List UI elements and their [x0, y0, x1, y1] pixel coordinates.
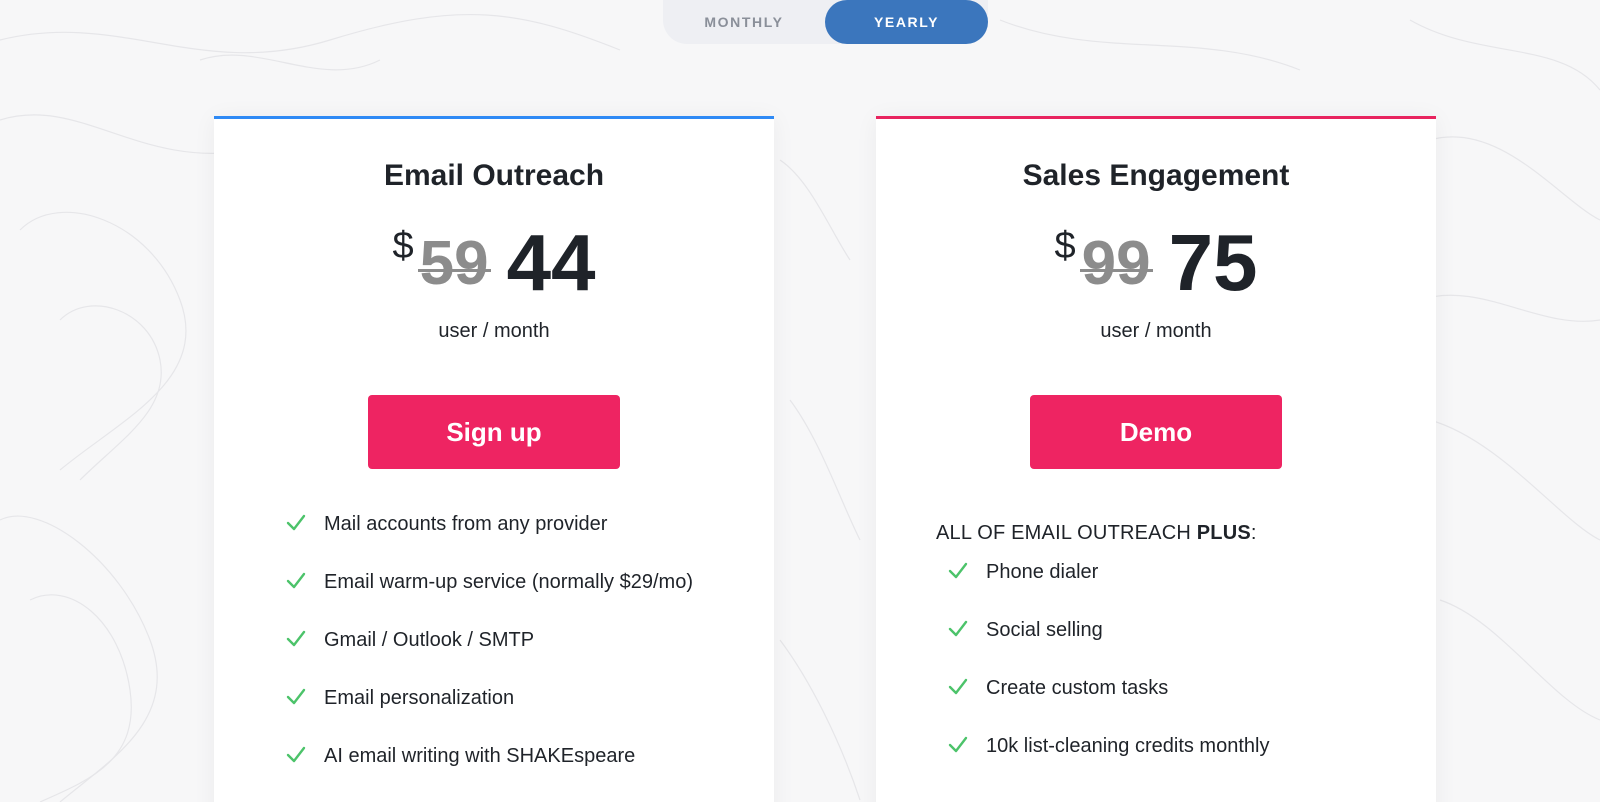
currency-symbol: $ — [1054, 225, 1076, 267]
price-row: $ 99 75 — [876, 223, 1436, 303]
check-icon — [948, 736, 968, 753]
intro-suffix: : — [1250, 522, 1257, 544]
feature-text: AI email writing with SHAKEspeare — [324, 745, 636, 767]
check-icon — [286, 514, 306, 531]
intro-bold: PLUS — [1196, 522, 1251, 544]
list-item: Mail accounts from any provider — [286, 511, 754, 569]
sign-up-button[interactable]: Sign up — [368, 395, 620, 469]
features-intro: ALL OF EMAIL OUTREACH PLUS: — [936, 522, 1257, 545]
check-icon — [948, 678, 968, 695]
check-icon — [948, 620, 968, 637]
feature-text: Social selling — [986, 619, 1103, 641]
feature-text: Gmail / Outlook / SMTP — [324, 629, 535, 651]
intro-prefix: ALL OF EMAIL OUTREACH — [936, 522, 1197, 544]
list-item: Social selling — [948, 617, 1416, 675]
feature-text: 10k list-cleaning credits monthly — [986, 735, 1270, 757]
old-price: 59 — [417, 229, 491, 298]
list-item: Email personalization — [286, 685, 754, 743]
list-item: Phone dialer — [948, 559, 1416, 617]
price-unit: user / month — [438, 320, 550, 342]
check-icon — [286, 630, 306, 647]
price-unit: user / month — [1100, 320, 1212, 342]
new-price: 75 — [1168, 218, 1258, 307]
feature-text: Phone dialer — [986, 561, 1099, 583]
check-icon — [286, 746, 306, 763]
check-icon — [286, 688, 306, 705]
feature-list: Mail accounts from any provider Email wa… — [286, 511, 754, 801]
toggle-monthly[interactable]: MONTHLY — [663, 0, 825, 44]
feature-text: Create custom tasks — [986, 677, 1169, 699]
plan-title: Sales Engagement — [1022, 159, 1290, 192]
toggle-yearly[interactable]: YEARLY — [825, 0, 988, 44]
feature-list: Phone dialer Social selling Create custo… — [948, 559, 1416, 791]
currency-symbol: $ — [392, 225, 414, 267]
feature-text: Mail accounts from any provider — [324, 513, 608, 535]
feature-text: Email personalization — [324, 687, 515, 709]
price-row: $ 59 44 — [214, 223, 774, 303]
old-price: 99 — [1079, 229, 1153, 298]
list-item: 10k list-cleaning credits monthly — [948, 733, 1416, 791]
billing-period-toggle[interactable]: MONTHLY YEARLY — [663, 0, 988, 44]
check-icon — [948, 562, 968, 579]
list-item: AI email writing with SHAKEspeare — [286, 743, 754, 801]
new-price: 44 — [506, 218, 596, 307]
check-icon — [286, 572, 306, 589]
list-item: Gmail / Outlook / SMTP — [286, 627, 754, 685]
pricing-page: MONTHLY YEARLY Email Outreach $ 59 44 us… — [0, 0, 1600, 802]
plan-card-sales-engagement: Sales Engagement $ 99 75 user / month De… — [876, 116, 1436, 802]
plan-title: Email Outreach — [383, 159, 605, 192]
list-item: Create custom tasks — [948, 675, 1416, 733]
feature-text: Email warm-up service (normally $29/mo) — [324, 571, 693, 593]
list-item: Email warm-up service (normally $29/mo) — [286, 569, 754, 627]
demo-button[interactable]: Demo — [1030, 395, 1282, 469]
plan-card-email-outreach: Email Outreach $ 59 44 user / month Sign… — [214, 116, 774, 802]
